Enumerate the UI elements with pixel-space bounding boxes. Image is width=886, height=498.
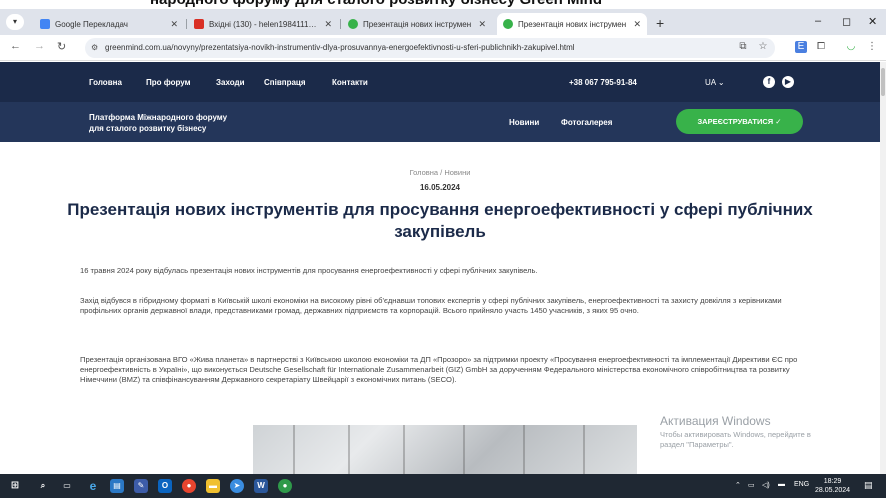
search-icon[interactable]: ⌕ (36, 479, 50, 493)
article-photo (253, 425, 637, 475)
windows-taskbar: ⊞ ⌕ ▭ e ▤ ✎ O ● ▬ ➤ W ● ⌃ ▭ ◁) ▬ ENG 18:… (0, 474, 886, 498)
nav-home[interactable]: Головна (89, 78, 122, 87)
screen: народного форуму для сталого розвитку бі… (0, 0, 886, 498)
chrome-secondary-icon[interactable]: ● (278, 479, 292, 493)
language-indicator[interactable]: ENG (794, 481, 809, 488)
google-translate-icon (40, 19, 50, 29)
nav-events[interactable]: Заходи (216, 78, 245, 87)
profile-icon[interactable]: ◡ (845, 41, 857, 53)
platform-title[interactable]: Платформа Міжнародного форуму для сталог… (89, 112, 227, 134)
extensions-puzzle-icon[interactable]: ⧠ (815, 41, 827, 53)
tab-label: Вхідні (130) - helen1984111@g (209, 19, 321, 29)
overlay-title-strip: народного форуму для сталого розвитку бі… (0, 0, 886, 9)
close-icon[interactable]: ✕ (478, 19, 486, 30)
article-date: 16.05.2024 (419, 183, 461, 192)
tab-google-translate[interactable]: Google Перекладач ✕ (34, 13, 184, 35)
site-favicon-icon (348, 19, 358, 29)
notification-icon[interactable]: ▤ (864, 480, 873, 491)
phone-number[interactable]: +38 067 795-91-84 (569, 78, 637, 87)
page-title: Презентація нових інструментів для просу… (67, 200, 813, 241)
site-favicon-icon (503, 19, 513, 29)
volume-icon[interactable]: ◁) (762, 481, 770, 489)
watermark-line-1: Чтобы активировать Windows, перейдите в (660, 430, 811, 439)
bookmark-star-icon[interactable]: ☆ (757, 41, 769, 53)
article-paragraph-3: Презентація організована ВГО «Жива плане… (80, 355, 798, 385)
extension-icon[interactable]: E (795, 41, 807, 53)
tab-presentation-active[interactable]: Презентація нових інструмен ✕ (497, 13, 647, 35)
tab-presentation-1[interactable]: Презентація нових інструмен ✕ (342, 13, 492, 35)
tab-label: Презентація нових інструмен (363, 19, 472, 29)
word-icon[interactable]: W (254, 479, 268, 493)
register-button[interactable]: ЗАРЕЄСТРУВАТИСЯ ✓ (676, 109, 803, 134)
tab-label: Презентація нових інструмен (518, 19, 627, 29)
language-select[interactable]: UA ⌄ (705, 78, 725, 87)
system-clock[interactable]: 18:29 28.05.2024 (815, 477, 850, 495)
platform-line-2: для сталого розвитку бізнесу (89, 124, 207, 133)
minimize-button[interactable]: – (815, 15, 821, 27)
menu-dots-icon[interactable]: ⋮ (866, 41, 878, 53)
folder-icon[interactable]: ▬ (206, 479, 220, 493)
new-tab-button[interactable]: + (656, 15, 664, 31)
nav-photo-gallery[interactable]: Фотогалерея (561, 118, 612, 127)
edge-browser-icon[interactable]: e (86, 479, 100, 493)
tray-chevron-icon[interactable]: ⌃ (735, 481, 741, 489)
battery-icon[interactable]: ▬ (778, 481, 785, 488)
tab-gmail[interactable]: Вхідні (130) - helen1984111@g ✕ (188, 13, 338, 35)
close-icon[interactable]: ✕ (324, 19, 332, 30)
close-icon[interactable]: ✕ (633, 19, 641, 30)
reload-icon[interactable]: ↻ (57, 40, 66, 53)
platform-line-1: Платформа Міжнародного форуму (89, 113, 228, 122)
close-window-button[interactable]: ✕ (868, 15, 877, 28)
nav-contacts[interactable]: Контакти (332, 78, 368, 87)
gmail-icon (194, 19, 204, 29)
article-paragraph-1: 16 травня 2024 року відбулась презентаці… (80, 266, 538, 275)
translate-icon[interactable]: ⧉ (737, 41, 749, 53)
clock-date: 28.05.2024 (815, 487, 851, 494)
nav-about[interactable]: Про форум (146, 78, 191, 87)
nav-news[interactable]: Новини (509, 118, 539, 127)
clock-time: 18:29 (823, 478, 842, 485)
telegram-icon[interactable]: ➤ (230, 479, 244, 493)
url-text: greenmind.com.ua/novyny/prezentatsiya-no… (105, 43, 575, 52)
watermark-line-2: раздел "Параметры". (660, 440, 734, 449)
site-header-top (0, 62, 880, 102)
forward-arrow-icon[interactable]: → (34, 40, 45, 52)
browser-tab-bar: ▾ Google Перекладач ✕ Вхідні (130) - hel… (0, 9, 886, 35)
close-icon[interactable]: ✕ (170, 19, 178, 30)
breadcrumb[interactable]: Головна / Новини (0, 168, 880, 177)
task-view-icon[interactable]: ▭ (60, 479, 74, 493)
app-icon[interactable]: ✎ (134, 479, 148, 493)
page-scrollbar[interactable] (880, 62, 886, 474)
tab-label: Google Перекладач (55, 19, 128, 29)
scrollbar-thumb[interactable] (881, 68, 885, 96)
overlay-title-text: народного форуму для сталого розвитку бі… (150, 0, 602, 8)
url-input[interactable]: ⚙ greenmind.com.ua/novyny/prezentatsiya-… (85, 38, 775, 58)
address-bar-row: ← → ↻ ⚙ greenmind.com.ua/novyny/prezenta… (0, 35, 886, 61)
windows-activation-watermark: Активация Windows Чтобы активировать Win… (660, 414, 811, 450)
article-paragraph-2: Захід відбувся в гібридному форматі в Ки… (80, 296, 782, 316)
file-explorer-icon[interactable]: ▤ (110, 479, 124, 493)
outlook-icon[interactable]: O (158, 479, 172, 493)
maximize-button[interactable]: ◻ (842, 15, 851, 28)
nav-cooperation[interactable]: Співпраця (264, 78, 306, 87)
watermark-title: Активация Windows (660, 414, 771, 428)
tab-search-icon[interactable]: ▾ (6, 14, 24, 30)
network-icon[interactable]: ▭ (748, 481, 755, 489)
back-arrow-icon[interactable]: ← (10, 40, 21, 52)
facebook-icon[interactable]: f (763, 76, 775, 88)
site-info-icon[interactable]: ⚙ (91, 38, 98, 58)
chrome-icon[interactable]: ● (182, 479, 196, 493)
youtube-icon[interactable]: ▶ (782, 76, 794, 88)
windows-start-icon[interactable]: ⊞ (8, 479, 22, 493)
